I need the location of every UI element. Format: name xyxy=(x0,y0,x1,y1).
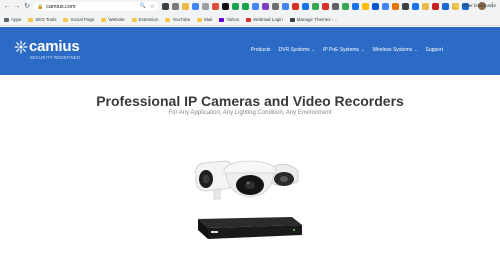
bookmark-item[interactable]: Manage Themes -... xyxy=(289,17,337,22)
nav-item-label: IP PoE Systems xyxy=(322,47,360,53)
extension-icon[interactable] xyxy=(192,3,199,10)
bookmark-label: Extension xyxy=(138,17,159,22)
bookmark-label: Website xyxy=(108,17,125,22)
bookmark-label: Yahoo xyxy=(226,17,240,22)
apps-grid-icon xyxy=(4,17,9,22)
extension-icon[interactable] xyxy=(412,3,419,10)
extension-icon[interactable] xyxy=(362,3,369,10)
nav-item[interactable]: Products xyxy=(251,47,271,53)
bookmark-item[interactable]: Webmail Login xyxy=(246,17,283,22)
logo[interactable]: camius SECURITY REDEFINED xyxy=(14,38,80,60)
nav-item-label: DVR Systems xyxy=(278,47,310,53)
back-icon[interactable]: ← xyxy=(3,2,11,11)
lock-icon[interactable]: 🔒 xyxy=(37,4,43,10)
extension-icon[interactable] xyxy=(392,3,399,10)
product-image xyxy=(195,160,302,239)
extension-icon[interactable] xyxy=(282,3,289,10)
extension-icon[interactable] xyxy=(292,3,299,10)
extension-icon[interactable] xyxy=(162,3,169,10)
extension-icon[interactable] xyxy=(432,3,439,10)
extension-icon[interactable] xyxy=(422,3,429,10)
bookmark-item[interactable]: Apps xyxy=(4,17,21,22)
folder-icon xyxy=(131,17,137,22)
browser-chrome: ← → ↻ 🔒 camius.com 🔍 ☆ ⋮ Apps SEO Tools So… xyxy=(0,0,500,26)
extension-icon[interactable] xyxy=(342,3,349,10)
folder-icon xyxy=(246,17,252,22)
bookmark-item[interactable]: Mail xyxy=(197,17,212,22)
extension-icon[interactable] xyxy=(302,3,309,10)
zoom-icon[interactable]: 🔍 xyxy=(140,3,146,9)
chevron-down-icon: ⌄ xyxy=(361,47,365,52)
bookmark-label: YouTube xyxy=(172,17,191,22)
folder-icon xyxy=(165,17,171,22)
reload-icon[interactable]: ↻ xyxy=(23,2,31,11)
folder-icon xyxy=(197,17,203,22)
extension-icon[interactable] xyxy=(232,3,239,10)
star-icon[interactable]: ☆ xyxy=(150,3,155,10)
extension-icon[interactable] xyxy=(372,3,379,10)
extensions-bar xyxy=(162,3,472,10)
extension-icon[interactable] xyxy=(222,3,229,10)
bookmarks-bar: Apps SEO Tools Social Page Website Extension… xyxy=(0,14,500,26)
nav-item-label: Support xyxy=(425,47,443,53)
bookmark-label: Apps xyxy=(11,17,22,22)
nav-item[interactable]: Support xyxy=(425,47,443,53)
nav-item[interactable]: DVR Systems ⌄ xyxy=(279,47,315,53)
other-bookmarks-label: Other bookmarks xyxy=(461,3,496,8)
folder-icon xyxy=(63,17,69,22)
nav-item[interactable]: IP PoE Systems ⌄ xyxy=(323,47,364,53)
chevron-down-icon: ⌄ xyxy=(311,47,315,52)
logo-tagline: SECURITY REDEFINED xyxy=(30,55,81,60)
hero-subtitle: For Any Application, Any Lighting Condit… xyxy=(168,110,332,116)
video-recorder xyxy=(198,217,302,239)
bookmark-label: Webmail Login xyxy=(253,17,283,22)
site-header: camius SECURITY REDEFINED Products DVR Sy… xyxy=(0,27,500,75)
main-nav: Products DVR Systems ⌄ IP PoE Systems ⌄ Wirel… xyxy=(243,47,443,53)
extension-icon[interactable] xyxy=(312,3,319,10)
bookmark-item[interactable]: Extension xyxy=(131,17,159,22)
extension-icon[interactable] xyxy=(322,3,329,10)
extension-icon[interactable] xyxy=(352,3,359,10)
camius-logo-icon xyxy=(14,40,28,54)
bookmark-item[interactable]: SEO Tools xyxy=(28,17,56,22)
hero-title: Professional IP Cameras and Video Record… xyxy=(96,93,404,109)
folder-icon xyxy=(28,17,34,22)
bookmark-label: SEO Tools xyxy=(35,17,57,22)
bookmark-item[interactable]: Social Page xyxy=(63,17,94,22)
dome-camera-center xyxy=(223,160,277,198)
extension-icon[interactable] xyxy=(262,3,269,10)
bookmark-item[interactable]: Yahoo xyxy=(219,17,239,22)
extension-icon[interactable] xyxy=(382,3,389,10)
folder-icon xyxy=(219,17,225,22)
bookmark-item[interactable]: Website xyxy=(101,17,125,22)
extension-icon[interactable] xyxy=(182,3,189,10)
folder-icon xyxy=(454,3,460,8)
extension-icon[interactable] xyxy=(252,3,259,10)
address-bar[interactable]: 🔒 camius.com 🔍 ☆ xyxy=(33,2,158,11)
folder-icon xyxy=(289,17,295,22)
nav-item[interactable]: Wireless Systems ⌄ xyxy=(372,47,417,53)
forward-icon[interactable]: → xyxy=(13,2,21,11)
other-bookmarks[interactable]: Other bookmarks xyxy=(454,3,496,8)
extension-icon[interactable] xyxy=(172,3,179,10)
extension-icon[interactable] xyxy=(272,3,279,10)
url-text: camius.com xyxy=(46,3,76,10)
bookmark-label: Manage Themes -... xyxy=(296,17,337,22)
extension-icon[interactable] xyxy=(332,3,339,10)
bookmark-item[interactable]: YouTube xyxy=(165,17,190,22)
nav-item-label: Products xyxy=(250,47,271,53)
bookmark-label: Mail xyxy=(204,17,213,22)
extension-icon[interactable] xyxy=(442,3,449,10)
chevron-down-icon: ⌄ xyxy=(414,47,418,52)
extension-icon[interactable] xyxy=(212,3,219,10)
nav-item-label: Wireless Systems xyxy=(372,47,413,53)
extension-icon[interactable] xyxy=(242,3,249,10)
folder-icon xyxy=(101,17,107,22)
extension-icon[interactable] xyxy=(202,3,209,10)
logo-text: camius xyxy=(29,38,80,55)
bookmark-label: Social Page xyxy=(70,17,95,22)
extension-icon[interactable] xyxy=(402,3,409,10)
